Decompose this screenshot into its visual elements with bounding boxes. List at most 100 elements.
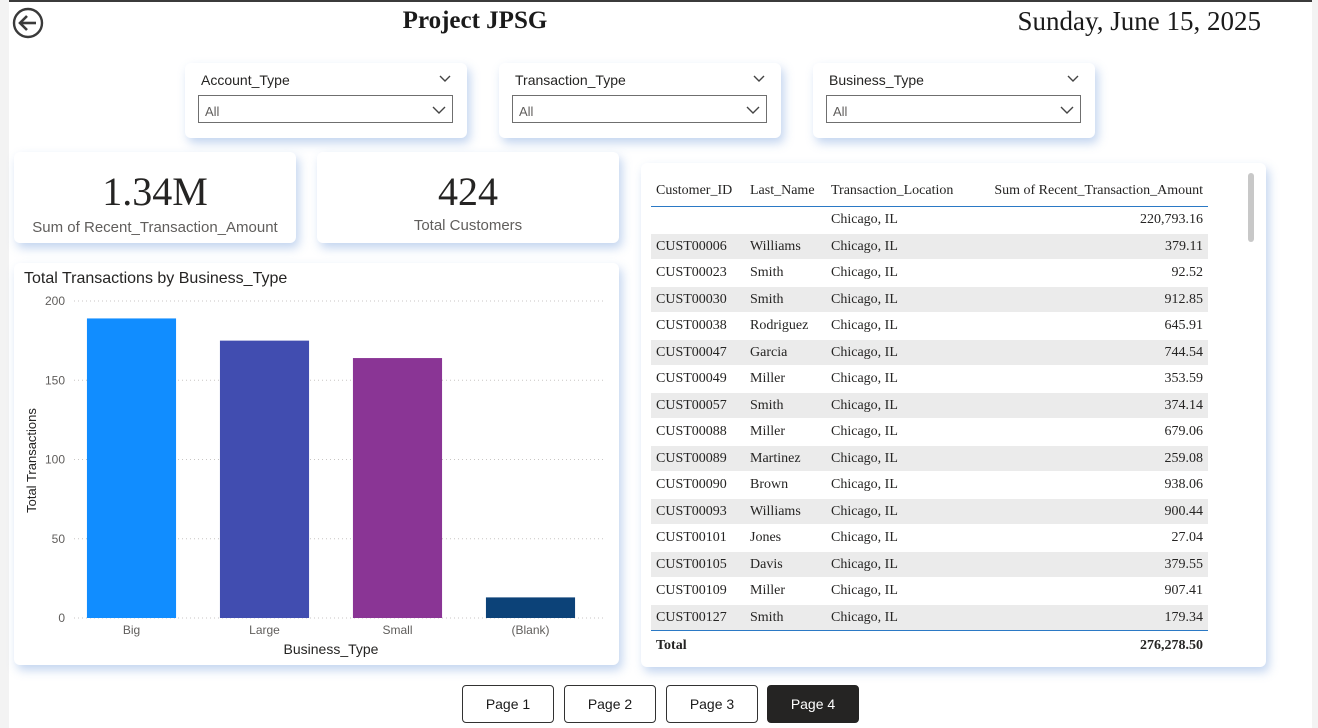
cell-last-name: Martinez xyxy=(750,450,801,466)
table-scrollbar[interactable] xyxy=(1248,173,1254,242)
table-row[interactable]: CUST00090 Brown Chicago, IL 938.06 xyxy=(651,472,1208,499)
cell-customer-id: CUST00030 xyxy=(656,291,727,307)
y-axis-title: Total Transactions xyxy=(24,408,39,513)
slicer-value: All xyxy=(833,104,848,119)
cell-customer-id: CUST00038 xyxy=(656,318,727,333)
page-3-button[interactable]: Page 3 xyxy=(666,685,758,723)
cell-amount: 92.52 xyxy=(1171,265,1204,280)
cell-transaction-location: Chicago, IL xyxy=(831,530,898,545)
cell-amount: 379.55 xyxy=(1164,556,1204,572)
cell-customer-id: CUST00089 xyxy=(656,450,727,466)
page-4-button[interactable]: Page 4 xyxy=(767,685,859,723)
kpi-card-total-customers: 424 Total Customers xyxy=(317,152,619,243)
cell-customer-id: CUST00006 xyxy=(656,238,727,254)
column-header-transaction-location[interactable]: Transaction_Location xyxy=(831,183,953,199)
cell-last-name: Williams xyxy=(750,238,801,254)
slicer-business-type[interactable]: Business_Type All xyxy=(813,63,1095,138)
cell-amount: 744.54 xyxy=(1164,344,1204,360)
table-row[interactable]: CUST00088 Miller Chicago, IL 679.06 xyxy=(651,419,1208,446)
page-1-button[interactable]: Page 1 xyxy=(462,685,554,723)
report-date: Sunday, June 15, 2025 xyxy=(1017,6,1262,36)
table-row[interactable]: CUST00101 Jones Chicago, IL 27.04 xyxy=(651,525,1208,552)
table-row[interactable]: Chicago, IL 220,793.16 xyxy=(651,207,1208,234)
column-header-customer-id[interactable]: Customer_ID xyxy=(656,183,732,199)
page-2-button[interactable]: Page 2 xyxy=(564,685,656,723)
page-title: Project JPSG xyxy=(402,7,548,34)
cell-last-name: Jones xyxy=(750,530,782,545)
bar-blank[interactable] xyxy=(485,597,576,618)
cell-customer-id: CUST00047 xyxy=(656,344,727,360)
table-row[interactable]: CUST00093 Williams Chicago, IL 900.44 xyxy=(651,498,1208,525)
cell-transaction-location: Chicago, IL xyxy=(831,238,898,254)
cell-last-name: Miller xyxy=(750,424,785,439)
slicer-transaction-type[interactable]: Transaction_Type All xyxy=(499,63,781,138)
slicer-label: Transaction_Type xyxy=(515,72,626,88)
cell-transaction-location: Chicago, IL xyxy=(831,556,898,572)
slicer-label: Account_Type xyxy=(201,72,290,88)
cell-last-name: Brown xyxy=(750,477,789,492)
cell-amount: 179.34 xyxy=(1164,609,1204,625)
cell-transaction-location: Chicago, IL xyxy=(831,583,898,598)
slicer-dropdown[interactable]: All xyxy=(198,95,453,123)
table-row[interactable]: CUST00127 Smith Chicago, IL 179.34 xyxy=(651,604,1208,631)
cell-last-name: Miller xyxy=(750,583,785,598)
table-header: Customer_ID Last_Name Transaction_Locati… xyxy=(651,175,1208,207)
table-row[interactable]: CUST00089 Martinez Chicago, IL 259.08 xyxy=(651,445,1208,472)
cell-last-name: Davis xyxy=(750,556,783,572)
chevron-down-icon[interactable] xyxy=(1067,73,1079,83)
slicer-value: All xyxy=(205,104,220,119)
table-row[interactable]: CUST00109 Miller Chicago, IL 907.41 xyxy=(651,578,1208,605)
total-label: Total xyxy=(656,638,687,653)
cell-last-name: Smith xyxy=(750,291,784,307)
bar-chart: 0 50 100 150 200 Big Large Small (Blank) Business… xyxy=(24,294,606,657)
cell-transaction-location: Chicago, IL xyxy=(831,424,898,439)
chevron-down-icon[interactable] xyxy=(753,73,765,83)
table-row[interactable]: CUST00030 Smith Chicago, IL 912.85 xyxy=(651,286,1208,313)
bar-large[interactable] xyxy=(219,340,310,618)
kpi-card-transaction-amount: 1.34M Sum of Recent_Transaction_Amount xyxy=(14,152,296,243)
bar-big[interactable] xyxy=(86,318,177,618)
cell-transaction-location: Chicago, IL xyxy=(831,291,898,307)
table-row[interactable]: CUST00105 Davis Chicago, IL 379.55 xyxy=(651,551,1208,578)
slicer-account-type[interactable]: Account_Type All xyxy=(185,63,467,138)
chevron-down-icon[interactable] xyxy=(439,73,451,83)
cell-amount: 912.85 xyxy=(1164,291,1204,307)
table-row[interactable]: CUST00057 Smith Chicago, IL 374.14 xyxy=(651,392,1208,419)
column-header-last-name[interactable]: Last_Name xyxy=(750,183,815,199)
cell-last-name: Smith xyxy=(750,265,784,280)
cell-amount: 645.91 xyxy=(1164,318,1204,333)
table-row[interactable]: CUST00049 Miller Chicago, IL 353.59 xyxy=(651,366,1208,393)
x-tick-label: (Blank) xyxy=(511,623,549,637)
table-row[interactable]: CUST00023 Smith Chicago, IL 92.52 xyxy=(651,260,1208,287)
cell-transaction-location: Chicago, IL xyxy=(831,609,898,625)
table-body: Chicago, IL 220,793.16 CUST00006 Williams Ch… xyxy=(651,207,1208,631)
y-tick-label: 100 xyxy=(45,453,65,467)
table-row[interactable]: CUST00038 Rodriguez Chicago, IL 645.91 xyxy=(651,313,1208,340)
cell-customer-id: CUST00093 xyxy=(656,503,727,519)
table-row[interactable]: CUST00047 Garcia Chicago, IL 744.54 xyxy=(651,339,1208,366)
cell-amount: 379.11 xyxy=(1165,238,1203,254)
cell-transaction-location: Chicago, IL xyxy=(831,212,898,227)
customer-table[interactable]: Customer_ID Last_Name Transaction_Locati… xyxy=(641,163,1266,667)
table-row[interactable]: CUST00006 Williams Chicago, IL 379.11 xyxy=(651,233,1208,260)
cell-transaction-location: Chicago, IL xyxy=(831,477,898,492)
y-tick-label: 50 xyxy=(52,532,66,546)
bar-small[interactable] xyxy=(352,358,443,618)
cell-last-name: Smith xyxy=(750,609,784,625)
column-header-recent-transaction-amount[interactable]: Sum of Recent_Transaction_Amount xyxy=(994,183,1203,199)
slicer-label: Business_Type xyxy=(829,72,924,88)
cell-amount: 353.59 xyxy=(1164,371,1204,386)
window-top-border xyxy=(0,0,1318,2)
cell-last-name: Smith xyxy=(750,397,784,413)
cell-customer-id: CUST00049 xyxy=(656,371,727,386)
cell-transaction-location: Chicago, IL xyxy=(831,371,898,386)
chevron-down-icon xyxy=(1060,106,1074,114)
kpi-label: Total Customers xyxy=(413,217,523,234)
cell-transaction-location: Chicago, IL xyxy=(831,344,898,360)
cell-transaction-location: Chicago, IL xyxy=(831,503,898,519)
cell-customer-id: CUST00090 xyxy=(656,477,727,492)
y-tick-label: 0 xyxy=(58,611,65,625)
cell-amount: 259.08 xyxy=(1164,450,1204,466)
slicer-dropdown[interactable]: All xyxy=(826,95,1081,123)
slicer-dropdown[interactable]: All xyxy=(512,95,767,123)
